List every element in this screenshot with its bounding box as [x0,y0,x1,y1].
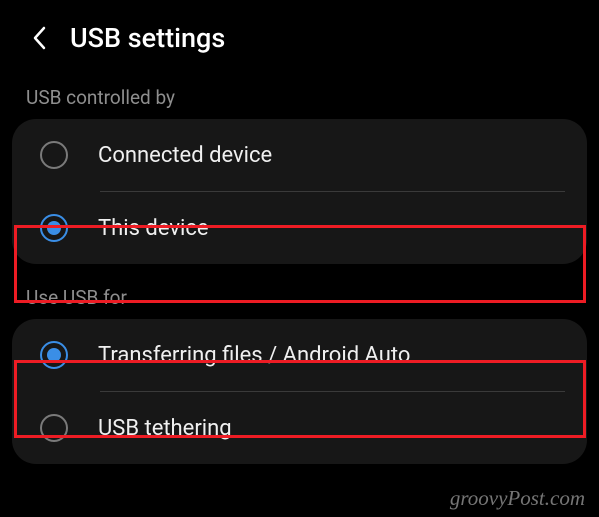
option-label: This device [98,216,209,241]
option-label: USB tethering [98,416,232,441]
options-card-controlled-by: Connected device This device [12,119,587,264]
back-icon[interactable] [28,26,52,50]
option-label: Transferring files / Android Auto [98,343,410,368]
option-connected-device[interactable]: Connected device [12,119,587,191]
options-card-use-for: Transferring files / Android Auto USB te… [12,319,587,464]
option-label: Connected device [98,143,272,168]
section-label-controlled-by: USB controlled by [0,72,599,119]
header: USB settings [0,0,599,72]
option-transferring-files[interactable]: Transferring files / Android Auto [12,319,587,391]
section-label-use-for: Use USB for [0,264,599,319]
page-title: USB settings [70,22,225,54]
option-this-device[interactable]: This device [12,192,587,264]
radio-icon-selected [40,341,68,369]
radio-icon [40,141,68,169]
radio-icon [40,414,68,442]
watermark: groovyPost.com [450,486,585,511]
radio-icon-selected [40,214,68,242]
option-usb-tethering[interactable]: USB tethering [12,392,587,464]
